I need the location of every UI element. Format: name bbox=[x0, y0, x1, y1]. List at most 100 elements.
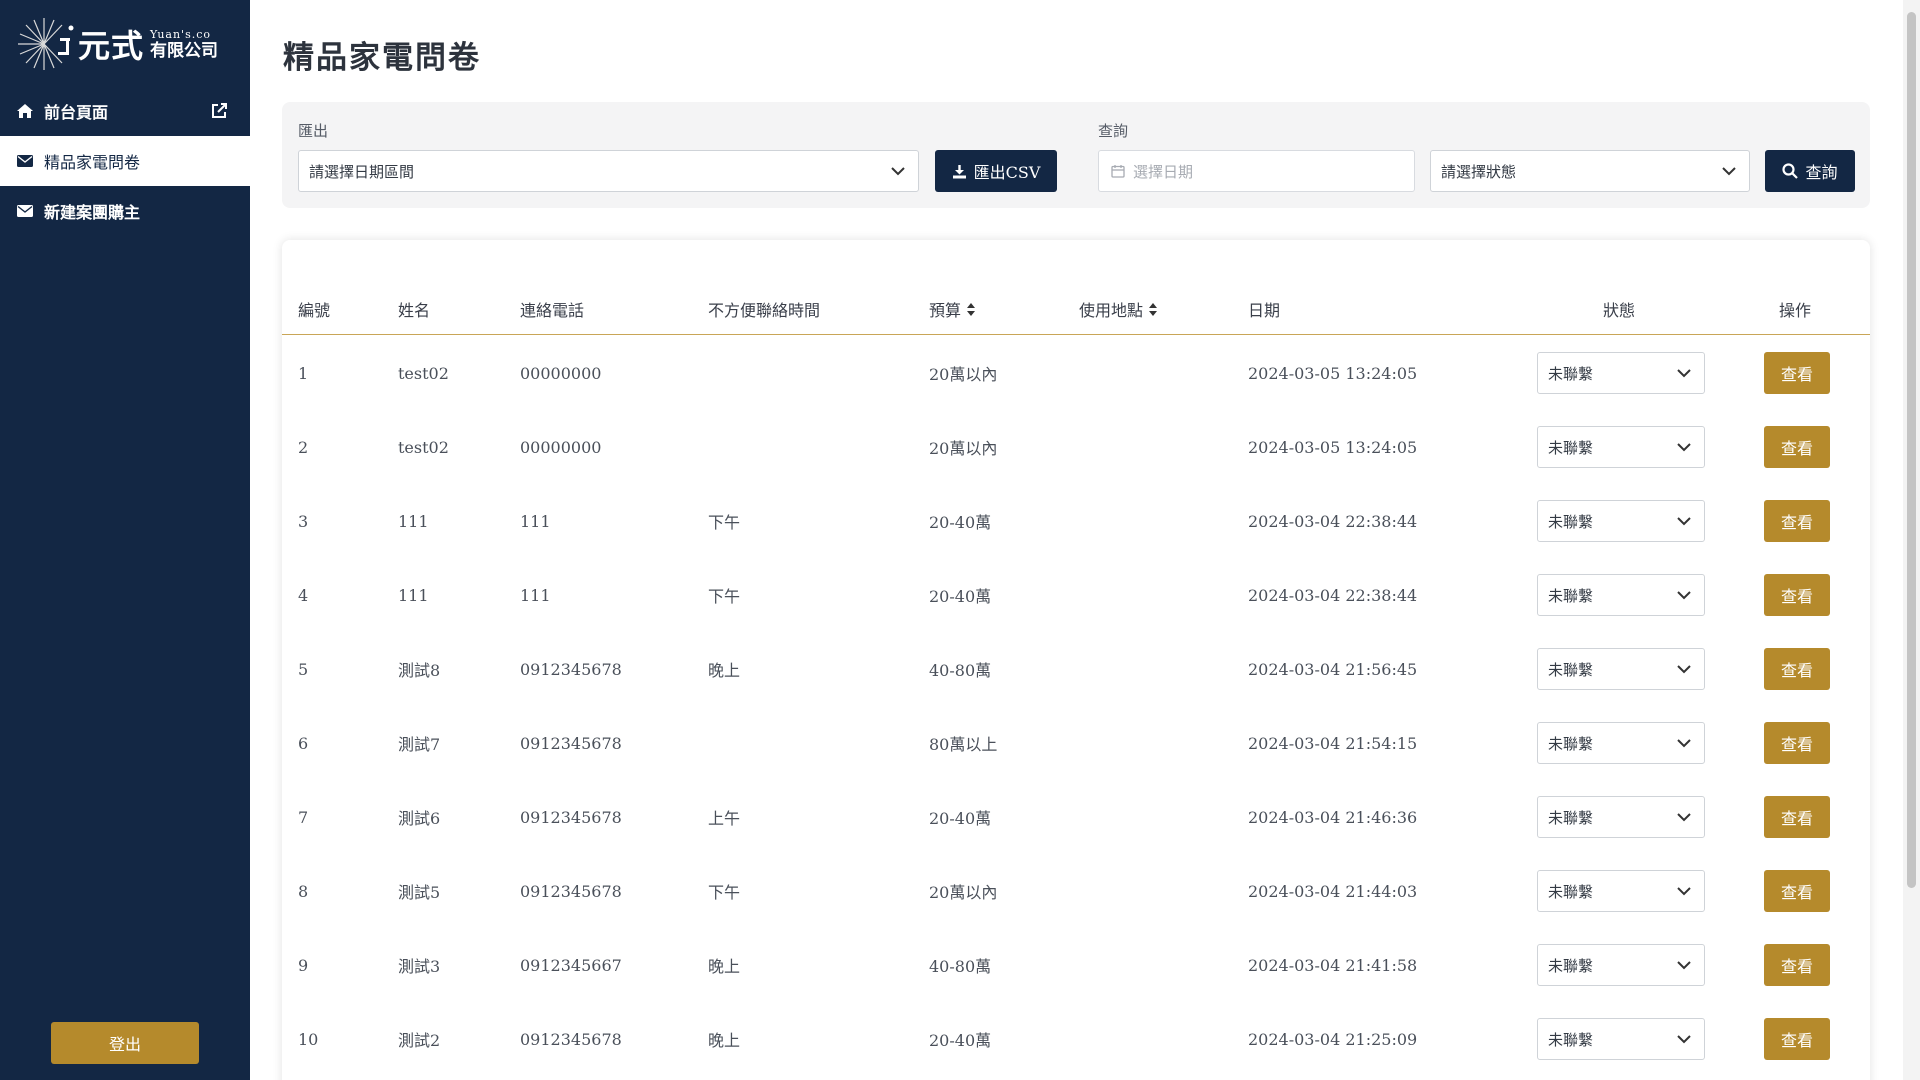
scrollbar-thumb[interactable] bbox=[1907, 12, 1916, 888]
status-value: 未聯繫 bbox=[1548, 956, 1594, 975]
export-label: 匯出 bbox=[298, 122, 329, 140]
table-row: 2 test02 00000000 20萬以內 2024-03-05 13:24:05 未… bbox=[282, 410, 1870, 484]
view-button[interactable]: 查看 bbox=[1764, 796, 1830, 838]
column-header-label: 編號 bbox=[298, 301, 331, 320]
cell-id: 8 bbox=[298, 881, 309, 901]
status-select[interactable]: 未聯繫 bbox=[1537, 944, 1705, 986]
export-csv-button[interactable]: 匯出CSV bbox=[935, 150, 1057, 192]
status-select[interactable]: 未聯繫 bbox=[1537, 722, 1705, 764]
date-range-select[interactable]: 請選擇日期區間 bbox=[298, 150, 919, 192]
home-icon bbox=[16, 102, 34, 120]
sidebar-item-label: 前台頁面 bbox=[44, 103, 109, 122]
cell-budget: 20萬以內 bbox=[929, 365, 998, 384]
cell-phone: 00000000 bbox=[520, 437, 602, 457]
column-header-status: 狀態 bbox=[1603, 297, 1635, 321]
status-value: 未聯繫 bbox=[1548, 364, 1594, 383]
cell-name: 測試3 bbox=[398, 957, 441, 976]
status-value: 未聯繫 bbox=[1548, 512, 1594, 531]
survey-table: 編號 姓名 連絡電話 不方便聯絡時間 預算 使用地點 日期 狀態 操作 1 tes… bbox=[282, 240, 1870, 1080]
status-select[interactable]: 未聯繫 bbox=[1537, 574, 1705, 616]
cell-id: 2 bbox=[298, 437, 309, 457]
table-row: 4 111 111 下午 20-40萬 2024-03-04 22:38:44 未聯繫 查看 bbox=[282, 558, 1870, 632]
chevron-down-icon bbox=[1677, 665, 1691, 674]
sidebar-item-group-buyer[interactable]: 新建案團購主 bbox=[0, 186, 250, 236]
cell-name: test02 bbox=[398, 437, 449, 457]
filter-panel: 匯出 請選擇日期區間 匯出CSV 查詢 選擇日期 請選擇狀態 查詢 bbox=[282, 102, 1870, 208]
cell-budget: 20萬以內 bbox=[929, 439, 998, 458]
chevron-down-icon bbox=[1677, 813, 1691, 822]
chevron-down-icon bbox=[1722, 167, 1736, 176]
chevron-down-icon bbox=[1677, 591, 1691, 600]
column-header-budget[interactable]: 預算 bbox=[929, 297, 976, 321]
sort-icon[interactable] bbox=[966, 302, 976, 317]
sidebar-item-frontpage[interactable]: 前台頁面 bbox=[0, 86, 250, 136]
view-button[interactable]: 查看 bbox=[1764, 944, 1830, 986]
cell-id: 5 bbox=[298, 659, 309, 679]
view-button[interactable]: 查看 bbox=[1764, 426, 1830, 468]
table-row: 6 測試7 0912345678 80萬以上 2024-03-04 21:54:15 未聯… bbox=[282, 706, 1870, 780]
chevron-down-icon bbox=[1677, 1035, 1691, 1044]
status-select[interactable]: 未聯繫 bbox=[1537, 352, 1705, 394]
cell-name: test02 bbox=[398, 363, 449, 383]
status-select[interactable]: 未聯繫 bbox=[1537, 870, 1705, 912]
column-header-label: 預算 bbox=[929, 301, 962, 320]
cell-phone: 0912345678 bbox=[520, 807, 622, 827]
column-header-label: 使用地點 bbox=[1079, 301, 1144, 320]
view-button[interactable]: 查看 bbox=[1764, 870, 1830, 912]
page-scrollbar[interactable] bbox=[1903, 0, 1920, 1080]
view-button[interactable]: 查看 bbox=[1764, 722, 1830, 764]
status-select[interactable]: 未聯繫 bbox=[1537, 500, 1705, 542]
cell-name: 測試7 bbox=[398, 735, 441, 754]
cell-name: 測試5 bbox=[398, 883, 441, 902]
status-value: 未聯繫 bbox=[1548, 882, 1594, 901]
query-button-label: 查詢 bbox=[1805, 163, 1838, 182]
column-header-location[interactable]: 使用地點 bbox=[1079, 297, 1158, 321]
view-button[interactable]: 查看 bbox=[1764, 352, 1830, 394]
table-row: 1 test02 00000000 20萬以內 2024-03-05 13:24:05 未… bbox=[282, 336, 1870, 410]
column-header-label: 狀態 bbox=[1603, 301, 1636, 320]
column-header-label: 日期 bbox=[1248, 301, 1281, 320]
date-placeholder: 選擇日期 bbox=[1133, 162, 1194, 181]
status-select[interactable]: 未聯繫 bbox=[1537, 648, 1705, 690]
cell-id: 6 bbox=[298, 733, 309, 753]
status-value: 未聯繫 bbox=[1548, 808, 1594, 827]
status-filter-select[interactable]: 請選擇狀態 bbox=[1430, 150, 1750, 192]
logout-button[interactable]: 登出 bbox=[51, 1022, 199, 1064]
date-picker-input[interactable]: 選擇日期 bbox=[1098, 150, 1415, 192]
view-button[interactable]: 查看 bbox=[1764, 574, 1830, 616]
cell-date: 2024-03-04 21:44:03 bbox=[1248, 881, 1418, 901]
cell-id: 7 bbox=[298, 807, 309, 827]
brand-company: 有限公司 bbox=[150, 40, 219, 61]
cell-phone: 0912345667 bbox=[520, 955, 622, 975]
sidebar-item-appliance-survey[interactable]: 精品家電問卷 bbox=[0, 136, 250, 186]
sort-icon[interactable] bbox=[1148, 302, 1158, 317]
chevron-down-icon bbox=[1677, 443, 1691, 452]
cell-budget: 20萬以內 bbox=[929, 883, 998, 902]
cell-id: 4 bbox=[298, 585, 309, 605]
cell-date: 2024-03-04 21:54:15 bbox=[1248, 733, 1418, 753]
cell-name: 測試6 bbox=[398, 809, 441, 828]
cell-phone: 0912345678 bbox=[520, 733, 622, 753]
cell-budget: 20-40萬 bbox=[929, 513, 992, 532]
view-button[interactable]: 查看 bbox=[1764, 500, 1830, 542]
column-header-label: 操作 bbox=[1779, 301, 1812, 320]
cell-budget: 20-40萬 bbox=[929, 809, 992, 828]
sunburst-logo-icon bbox=[18, 18, 74, 70]
status-value: 未聯繫 bbox=[1548, 734, 1594, 753]
column-header-label: 不方便聯絡時間 bbox=[708, 301, 821, 320]
sidebar: 元式 Yuan's.co 有限公司 前台頁面 精品家電問卷 新建案團購主 登出 bbox=[0, 0, 250, 1080]
query-button[interactable]: 查詢 bbox=[1765, 150, 1855, 192]
cell-phone: 0912345678 bbox=[520, 659, 622, 679]
status-select[interactable]: 未聯繫 bbox=[1537, 1018, 1705, 1060]
status-value: 未聯繫 bbox=[1548, 1030, 1594, 1049]
status-select[interactable]: 未聯繫 bbox=[1537, 796, 1705, 838]
status-select[interactable]: 未聯繫 bbox=[1537, 426, 1705, 468]
search-icon bbox=[1782, 163, 1799, 179]
table-row: 10 測試2 0912345678 晚上 20-40萬 2024-03-04 21:25:… bbox=[282, 1002, 1870, 1076]
cell-phone: 111 bbox=[520, 511, 551, 531]
view-button[interactable]: 查看 bbox=[1764, 648, 1830, 690]
brand-english: Yuan's.co bbox=[150, 27, 211, 41]
company-logo[interactable]: 元式 Yuan's.co 有限公司 bbox=[16, 14, 238, 74]
view-button[interactable]: 查看 bbox=[1764, 1018, 1830, 1060]
column-header-label: 姓名 bbox=[398, 301, 431, 320]
